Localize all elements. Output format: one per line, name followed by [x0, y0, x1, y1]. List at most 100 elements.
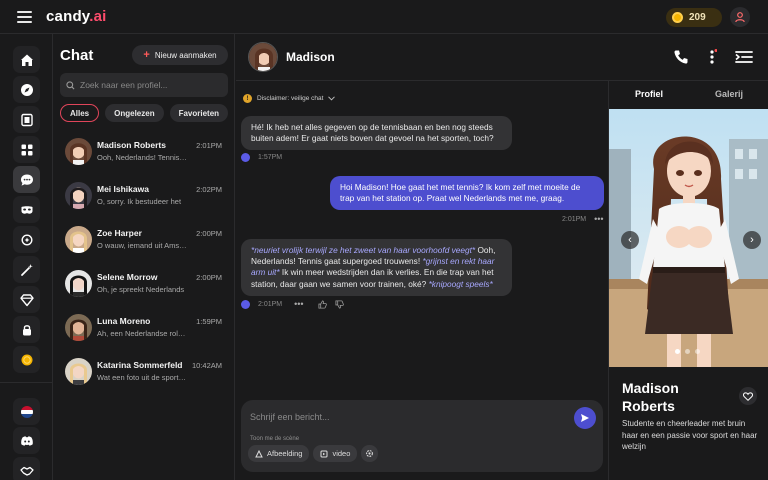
home-icon [20, 54, 33, 66]
contact-name: Selene Morrow [97, 272, 158, 282]
logo-text: candy [46, 8, 90, 25]
filter-favorites[interactable]: Favorieten [169, 104, 229, 122]
handshake-icon [19, 466, 34, 476]
image-sparkle-icon [255, 449, 263, 457]
account-button[interactable] [730, 7, 750, 27]
grid-icon [21, 144, 32, 155]
profile-name: Madison Roberts [622, 380, 679, 415]
filter-all[interactable]: Alles [60, 104, 100, 122]
magic-nav-button[interactable] [13, 256, 40, 283]
composer-tools: Afbeelding video [248, 445, 379, 462]
chat-list-item[interactable]: Zoe Harper 2:00PM O wauw, iemand uit Ams… [53, 219, 235, 263]
discord-nav-button[interactable] [13, 427, 40, 454]
chat-list: Madison Roberts 2:01PM Ooh, Nederlands! … [53, 131, 235, 395]
send-button[interactable] [574, 407, 596, 429]
thumbs-up-icon[interactable] [318, 299, 327, 309]
collapse-panel-icon[interactable] [735, 49, 753, 65]
message-meta: 1:57PM [241, 153, 282, 162]
last-message-preview: O, sorry. Ik bestudeer het [97, 197, 182, 206]
roleplay-action: *knipoogt speels* [428, 278, 493, 289]
film-icon [20, 113, 33, 126]
next-image-button[interactable]: › [743, 231, 761, 249]
video-request-label: video [332, 449, 351, 458]
chat-list-panel: Chat + Nieuw aanmaken Alles Ongelezen Fa… [53, 34, 235, 480]
last-message-preview: Ah, een Nederlandse rolspeler [97, 329, 188, 338]
premium-nav-button[interactable] [13, 286, 40, 313]
last-message-time: 2:00PM [196, 229, 222, 238]
chat-list-item[interactable]: Luna Moreno 1:59PM Ah, een Nederlandse r… [53, 307, 235, 351]
chat-bubble-icon [20, 174, 33, 186]
profile-search-input[interactable] [80, 80, 220, 90]
logo-suffix: .ai [89, 8, 107, 25]
tab-gallery[interactable]: Galerij [689, 81, 768, 109]
last-message-preview: O wauw, iemand uit Amsterdam [97, 241, 188, 250]
app-root: candy.ai 209 Chat + Nieuw aanmaken Zoek … [0, 0, 768, 480]
last-message-preview: Ooh, Nederlands! Tennis gaat supergoed [97, 153, 188, 162]
sender-avatar-icon [241, 153, 250, 162]
top-bar: candy.ai 209 [0, 0, 768, 34]
magic-wand-icon [20, 263, 33, 276]
language-nav-button[interactable] [13, 398, 40, 425]
mask-icon [21, 205, 32, 214]
message-time: 2:01PM [258, 300, 283, 308]
carousel-dot[interactable] [685, 349, 690, 354]
generate-nav-button[interactable] [13, 226, 40, 253]
profile-tabs: Profiel Galerij [609, 81, 768, 109]
filter-unread[interactable]: Ongelezen [105, 104, 164, 122]
chat-list-item[interactable]: Mei Ishikawa 2:02PM O, sorry. Ik bestude… [53, 175, 235, 219]
safe-chat-disclaimer[interactable]: ! Disclaimer: veilige chat [243, 94, 336, 103]
private-nav-button[interactable] [13, 316, 40, 343]
previous-image-button[interactable]: ‹ [621, 231, 639, 249]
profile-portrait[interactable]: ‹ › [609, 109, 768, 367]
chat-list-item[interactable]: Madison Roberts 2:01PM Ooh, Nederlands! … [53, 131, 235, 175]
coins-nav-button[interactable] [13, 346, 40, 373]
scene-settings-button[interactable] [361, 445, 379, 462]
settings-gear-icon [366, 450, 374, 457]
chat-nav-button[interactable] [13, 166, 40, 193]
image-request-button[interactable]: Afbeelding [248, 445, 310, 462]
home-nav-button[interactable] [13, 46, 40, 73]
carousel-dot[interactable] [675, 349, 680, 354]
sparkle-icon [20, 233, 33, 246]
profile-panel: Profiel Galerij ‹ › Madison Roberts Stud… [608, 81, 768, 480]
more-vertical-icon[interactable] [707, 49, 717, 65]
brand-logo[interactable]: candy.ai [46, 8, 107, 25]
collection-nav-button[interactable] [13, 136, 40, 163]
new-chat-button[interactable]: + Nieuw aanmaken [132, 45, 228, 65]
video-request-button[interactable]: video [313, 445, 358, 462]
tab-profile[interactable]: Profiel [609, 81, 689, 109]
warning-icon: ! [243, 94, 252, 103]
chat-avatar[interactable] [248, 42, 278, 72]
chat-contact-name[interactable]: Madison [286, 50, 335, 64]
discord-icon [20, 435, 33, 446]
message-input[interactable] [250, 408, 560, 426]
search-icon [66, 80, 75, 89]
coin-balance[interactable]: 209 [666, 8, 722, 27]
last-message-time: 2:02PM [196, 185, 222, 194]
more-options-icon[interactable]: ••• [294, 299, 303, 309]
support-nav-button[interactable] [13, 457, 40, 480]
lock-icon [22, 324, 31, 335]
left-nav-rail [0, 34, 53, 480]
profile-search-box[interactable] [60, 73, 228, 97]
favorite-button[interactable] [739, 387, 757, 405]
chat-list-item[interactable]: Katarina Sommerfeld 10:42AM Wat een foto… [53, 351, 235, 395]
chat-list-title: Chat [60, 47, 94, 64]
netherlands-flag-icon [20, 405, 33, 418]
heart-icon [743, 391, 753, 401]
more-options-icon[interactable]: ••• [594, 214, 603, 224]
thumbs-down-icon[interactable] [335, 299, 344, 309]
hamburger-menu-icon[interactable] [17, 11, 32, 23]
chat-list-item[interactable]: Selene Morrow 2:00PM Oh, je spreekt Nede… [53, 263, 235, 307]
chat-filters: Alles Ongelezen Favorieten [60, 104, 229, 122]
disclaimer-text: Disclaimer: veilige chat [257, 95, 324, 102]
scene-label: Toon me de scène [250, 436, 300, 442]
gallery-nav-button[interactable] [13, 106, 40, 133]
create-nav-button[interactable] [13, 196, 40, 223]
last-message-time: 2:01PM [196, 141, 222, 150]
explore-nav-button[interactable] [13, 76, 40, 103]
carousel-dot[interactable] [695, 349, 700, 354]
image-request-label: Afbeelding [267, 449, 303, 458]
avatar [65, 138, 92, 165]
phone-call-icon[interactable] [673, 49, 689, 65]
